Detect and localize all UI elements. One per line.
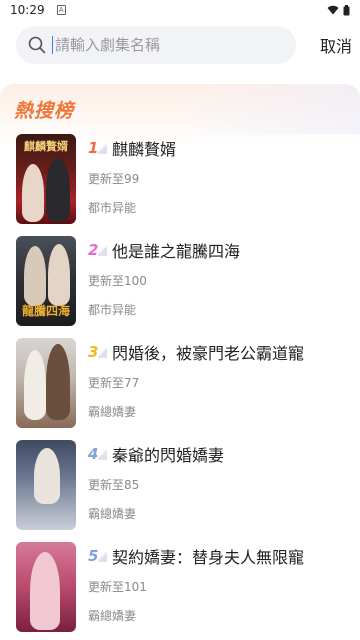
status-bar: 10:29 A <box>0 0 360 20</box>
item-info: 1 麒麟贅婿 更新至99 都市异能 <box>88 134 346 224</box>
rank-number: 3 <box>88 343 112 361</box>
genre-tag: 霸總嬌妻 <box>88 405 137 419</box>
cover-figure <box>34 448 60 504</box>
list-item[interactable]: 3 閃婚後，被豪門老公霸道寵 更新至77 霸總嬌妻 <box>16 338 346 428</box>
notification-icon: A <box>56 5 66 15</box>
rank-number: 4 <box>88 445 112 463</box>
list-item[interactable]: 5 契約嬌妻：替身夫人無限寵 更新至101 霸總嬌妻 <box>16 542 346 632</box>
list-item[interactable]: 龍騰四海 2 他是誰之龍騰四海 更新至100 都市异能 <box>16 236 346 326</box>
cancel-button[interactable]: 取消 <box>320 33 352 57</box>
genre-tag: 霸總嬌妻 <box>88 507 137 521</box>
search-icon <box>28 36 46 54</box>
item-info: 5 契約嬌妻：替身夫人無限寵 更新至101 霸總嬌妻 <box>88 542 346 632</box>
rank-number: 5 <box>88 547 112 565</box>
genre-tag: 都市异能 <box>88 303 137 317</box>
cover-image <box>16 440 76 530</box>
item-info: 4 秦爺的閃婚嬌妻 更新至85 霸總嬌妻 <box>88 440 346 530</box>
status-time: 10:29 <box>10 3 45 17</box>
cover-figure <box>22 164 44 222</box>
cover-figure <box>24 350 46 420</box>
cover-figure <box>46 158 70 222</box>
search-input[interactable] <box>55 36 275 54</box>
cover-figure <box>46 344 70 420</box>
section-title: 熱搜榜 <box>14 100 75 122</box>
battery-icon <box>343 4 350 15</box>
rank-label: 2 <box>88 241 99 259</box>
text-cursor <box>52 36 53 54</box>
item-info: 2 他是誰之龍騰四海 更新至100 都市异能 <box>88 236 346 326</box>
cover-image: 麒麟贅婿 <box>16 134 76 224</box>
rank-label: 5 <box>88 547 99 565</box>
drama-title: 閃婚後，被豪門老公霸道寵 <box>112 344 305 363</box>
cover-figure <box>30 552 60 630</box>
search-box[interactable] <box>16 26 296 64</box>
drama-title: 麒麟贅婿 <box>112 140 177 159</box>
cover-title-art: 麒麟贅婿 <box>24 140 68 153</box>
update-status: 更新至77 <box>88 376 140 390</box>
drama-title: 秦爺的閃婚嬌妻 <box>112 446 225 465</box>
cover-figure <box>48 244 70 306</box>
drama-title: 契約嬌妻：替身夫人無限寵 <box>112 548 305 567</box>
rank-label: 4 <box>88 445 99 463</box>
rank-number: 2 <box>88 241 112 259</box>
rank-number: 1 <box>88 139 112 157</box>
search-row: 取消 <box>16 26 352 64</box>
update-status: 更新至100 <box>88 274 147 288</box>
cover-figure <box>24 246 46 306</box>
list-item[interactable]: 4 秦爺的閃婚嬌妻 更新至85 霸總嬌妻 <box>16 440 346 530</box>
update-status: 更新至101 <box>88 580 147 594</box>
rank-label: 3 <box>88 343 99 361</box>
cover-image <box>16 542 76 632</box>
cover-image: 龍騰四海 <box>16 236 76 326</box>
update-status: 更新至99 <box>88 172 140 186</box>
list-item[interactable]: 麒麟贅婿 1 麒麟贅婿 更新至99 都市异能 <box>16 134 346 224</box>
status-icons <box>327 4 350 16</box>
rank-label: 1 <box>88 139 99 157</box>
item-info: 3 閃婚後，被豪門老公霸道寵 更新至77 霸總嬌妻 <box>88 338 346 428</box>
cover-image <box>16 338 76 428</box>
cover-title-art: 龍騰四海 <box>21 304 70 318</box>
update-status: 更新至85 <box>88 478 140 492</box>
genre-tag: 霸總嬌妻 <box>88 609 137 623</box>
wifi-icon <box>327 5 339 15</box>
genre-tag: 都市异能 <box>88 201 137 215</box>
drama-title: 他是誰之龍騰四海 <box>112 242 241 261</box>
